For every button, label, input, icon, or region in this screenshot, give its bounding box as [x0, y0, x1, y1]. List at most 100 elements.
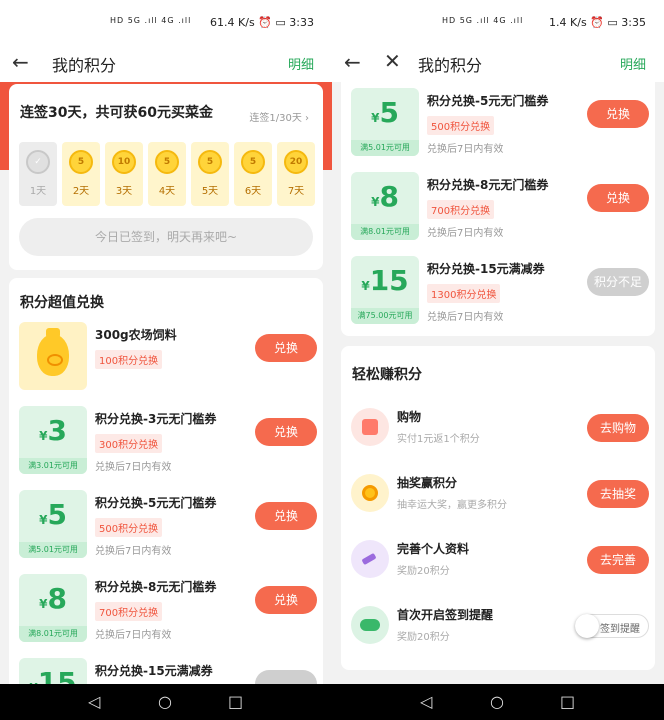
item-name: 积分兑换-15元满减券	[95, 664, 213, 678]
screen-left: HD 5G .ıll 4G .ıll 61.4 K/s ⏰ ▭ 3:33 ← 我…	[0, 0, 332, 684]
day-label: 4天	[158, 186, 176, 197]
sign-in-button[interactable]: 今日已签到，明天再来吧~	[19, 218, 313, 256]
exchange-item: ¥8 满8.01元可用 积分兑换-8元无门槛券 700积分兑换 兑换后7日内有效…	[351, 172, 649, 252]
system-back-icon[interactable]: ◁	[88, 692, 100, 711]
sign-day-3: 10 3天	[105, 142, 143, 206]
coin-icon: 5	[155, 150, 179, 174]
edit-pen-icon	[351, 540, 389, 578]
sign-day-5: 5 5天	[191, 142, 229, 206]
system-recent-icon[interactable]: □	[228, 692, 243, 711]
coupon-box: ¥15 满75.00元可用	[351, 256, 419, 324]
signal-indicator: HD 5G .ıll 4G .ıll	[442, 16, 524, 25]
item-name: 积分兑换-8元无门槛券	[95, 580, 217, 594]
task-profile: 完善个人资料 奖励20积分 去完善	[351, 534, 649, 586]
day-label: 2天	[72, 186, 90, 197]
exchange-title: 积分超值兑换	[20, 295, 104, 311]
exchange-item: ¥15 满75.00元可用 积分兑换-15元满减券 1300积分兑换 兑换后7日…	[351, 256, 649, 336]
item-name: 积分兑换-5元无门槛券	[95, 496, 217, 510]
item-validity: 兑换后7日内有效	[95, 462, 172, 473]
item-validity: 兑换后7日内有效	[427, 228, 504, 239]
go-lottery-button[interactable]: 去抽奖	[587, 480, 649, 508]
exchange-button[interactable]: 兑换	[255, 418, 317, 446]
sign-in-title: 连签30天，共可获60元买菜金	[20, 105, 213, 121]
coupon-condition: 满3.01元可用	[19, 458, 87, 474]
feed-thumbnail	[19, 322, 87, 390]
battery-icon: ▭	[607, 16, 618, 29]
task-desc: 奖励20积分	[397, 632, 450, 643]
coupon-amount: ¥15	[29, 666, 77, 684]
system-home-icon[interactable]: ○	[158, 692, 172, 711]
system-nav-bar: ◁ ○ □	[332, 684, 664, 720]
item-name: 积分兑换-15元满减券	[427, 262, 545, 276]
item-points-tag: 500积分兑换	[95, 518, 163, 537]
exchange-button[interactable]: 兑换	[587, 184, 649, 212]
page-content[interactable]: ¥5 满5.01元可用 积分兑换-5元无门槛券 500积分兑换 兑换后7日内有效…	[332, 82, 664, 684]
exchange-button[interactable]: 兑换	[587, 100, 649, 128]
coupon-amount: ¥15	[361, 264, 409, 297]
go-complete-button[interactable]: 去完善	[587, 546, 649, 574]
clock: 3:35	[621, 16, 646, 29]
battery-icon: ▭	[275, 16, 286, 29]
back-arrow-icon[interactable]: ←	[12, 50, 29, 74]
sign-in-card: 连签30天，共可获60元买菜金 连签1/30天 › ✓ 1天 5 2天 10 3天 5…	[9, 84, 323, 270]
exchange-item: ¥15 积分兑换-15元满减券	[19, 658, 317, 684]
coupon-amount: ¥5	[39, 498, 67, 531]
day-label: 6天	[244, 186, 262, 197]
exchange-button[interactable]: 兑换	[255, 334, 317, 362]
task-desc: 抽幸运大奖，赢更多积分	[397, 500, 507, 511]
page-title: 我的积分	[418, 56, 483, 75]
coin-icon: 10	[112, 150, 136, 174]
exchange-button[interactable]	[255, 670, 317, 684]
sign-reminder-toggle[interactable]: 签到提醒	[575, 614, 649, 638]
status-bar: HD 5G .ıll 4G .ıll 61.4 K/s ⏰ ▭ 3:33	[0, 0, 332, 46]
item-points-tag: 1300积分兑换	[427, 284, 501, 303]
item-validity: 兑换后7日内有效	[95, 630, 172, 641]
detail-link[interactable]: 明细	[620, 54, 646, 73]
go-shopping-button[interactable]: 去购物	[587, 414, 649, 442]
earn-title: 轻松赚积分	[352, 367, 422, 383]
screen-right: HD 5G .ıll 4G .ıll 1.4 K/s ⏰ ▭ 3:35 ← ✕ …	[332, 0, 664, 684]
system-recent-icon[interactable]: □	[560, 692, 575, 711]
sign-in-days: ✓ 1天 5 2天 10 3天 5 4天 5 5天 5 6天 20 7天	[19, 142, 315, 206]
network-speed: 61.4 K/s	[210, 16, 255, 29]
item-name: 积分兑换-5元无门槛券	[427, 94, 549, 108]
insufficient-points-button[interactable]: 积分不足	[587, 268, 649, 296]
item-points-tag: 300积分兑换	[95, 434, 163, 453]
task-name: 首次开启签到提醒	[397, 608, 494, 622]
item-points-tag: 100积分兑换	[95, 350, 163, 369]
task-reminder: 首次开启签到提醒 奖励20积分 签到提醒	[351, 600, 649, 652]
task-desc: 实付1元返1个积分	[397, 434, 480, 445]
exchange-card: ¥5 满5.01元可用 积分兑换-5元无门槛券 500积分兑换 兑换后7日内有效…	[341, 82, 655, 336]
earn-points-card: 轻松赚积分 购物 实付1元返1个积分 去购物 抽奖赢积分 抽幸运大奖，赢更多积分…	[341, 346, 655, 670]
sign-day-2: 5 2天	[62, 142, 100, 206]
status-right: 1.4 K/s ⏰ ▭ 3:35	[549, 16, 646, 29]
network-speed: 1.4 K/s	[549, 16, 587, 29]
signal-indicator: HD 5G .ıll 4G .ıll	[110, 16, 192, 25]
nav-bar: ← 我的积分 明细	[0, 46, 332, 82]
sign-day-4: 5 4天	[148, 142, 186, 206]
item-points-tag: 700积分兑换	[427, 200, 495, 219]
alarm-icon: ⏰	[258, 16, 272, 29]
coin-icon: 5	[198, 150, 222, 174]
task-name: 完善个人资料	[397, 542, 470, 556]
item-name: 积分兑换-8元无门槛券	[427, 178, 549, 192]
nav-bar: ← ✕ 我的积分 明细	[332, 46, 664, 82]
exchange-item: ¥8 满8.01元可用 积分兑换-8元无门槛券 700积分兑换 兑换后7日内有效…	[19, 574, 317, 654]
task-lottery: 抽奖赢积分 抽幸运大奖，赢更多积分 去抽奖	[351, 468, 649, 520]
close-icon[interactable]: ✕	[384, 49, 401, 73]
system-home-icon[interactable]: ○	[490, 692, 504, 711]
sign-day-1: ✓ 1天	[19, 142, 57, 206]
back-arrow-icon[interactable]: ←	[344, 50, 361, 74]
coin-icon: 20	[284, 150, 308, 174]
coupon-condition: 满5.01元可用	[351, 140, 419, 156]
task-name: 购物	[397, 410, 422, 424]
exchange-button[interactable]: 兑换	[255, 502, 317, 530]
exchange-button[interactable]: 兑换	[255, 586, 317, 614]
detail-link[interactable]: 明细	[288, 54, 314, 73]
coupon-amount: ¥8	[39, 582, 67, 615]
system-back-icon[interactable]: ◁	[420, 692, 432, 711]
page-content[interactable]: 连签30天，共可获60元买菜金 连签1/30天 › ✓ 1天 5 2天 10 3天 5…	[0, 82, 332, 684]
sign-in-progress-link[interactable]: 连签1/30天 ›	[249, 109, 309, 124]
task-shopping: 购物 实付1元返1个积分 去购物	[351, 402, 649, 454]
toggle-icon	[351, 606, 389, 644]
